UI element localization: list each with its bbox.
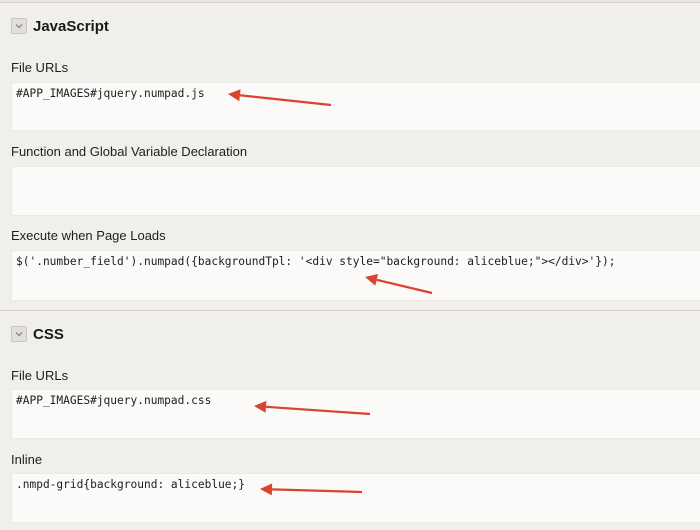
css-inline-editor[interactable]: .nmpd-grid{background: aliceblue;}: [11, 473, 700, 523]
css-section-header[interactable]: CSS: [0, 311, 700, 357]
css-file-urls-label: File URLs: [11, 368, 69, 383]
javascript-section-header[interactable]: JavaScript: [0, 3, 700, 49]
js-file-urls-value: #APP_IMAGES#jquery.numpad.js: [16, 87, 205, 100]
page-load-value: $('.number_field').numpad({backgroundTpl…: [16, 255, 616, 268]
javascript-section: JavaScript File URLs #APP_IMAGES#jquery.…: [0, 2, 700, 310]
css-file-urls-value: #APP_IMAGES#jquery.numpad.css: [16, 394, 212, 407]
function-declaration-label: Function and Global Variable Declaration: [11, 144, 248, 159]
css-file-urls-editor[interactable]: #APP_IMAGES#jquery.numpad.css: [11, 389, 700, 439]
css-inline-label: Inline: [11, 452, 43, 467]
page-load-editor[interactable]: $('.number_field').numpad({backgroundTpl…: [11, 250, 700, 301]
chevron-down-icon[interactable]: [11, 18, 27, 34]
css-section: CSS File URLs #APP_IMAGES#jquery.numpad.…: [0, 310, 700, 530]
css-inline-value: .nmpd-grid{background: aliceblue;}: [16, 478, 246, 491]
chevron-down-icon[interactable]: [11, 326, 27, 342]
js-file-urls-label: File URLs: [11, 60, 69, 75]
javascript-section-title: JavaScript: [33, 17, 109, 35]
function-declaration-editor[interactable]: [11, 166, 700, 216]
js-file-urls-editor[interactable]: #APP_IMAGES#jquery.numpad.js: [11, 82, 700, 131]
css-section-title: CSS: [33, 325, 64, 343]
page-load-label: Execute when Page Loads: [11, 228, 166, 243]
